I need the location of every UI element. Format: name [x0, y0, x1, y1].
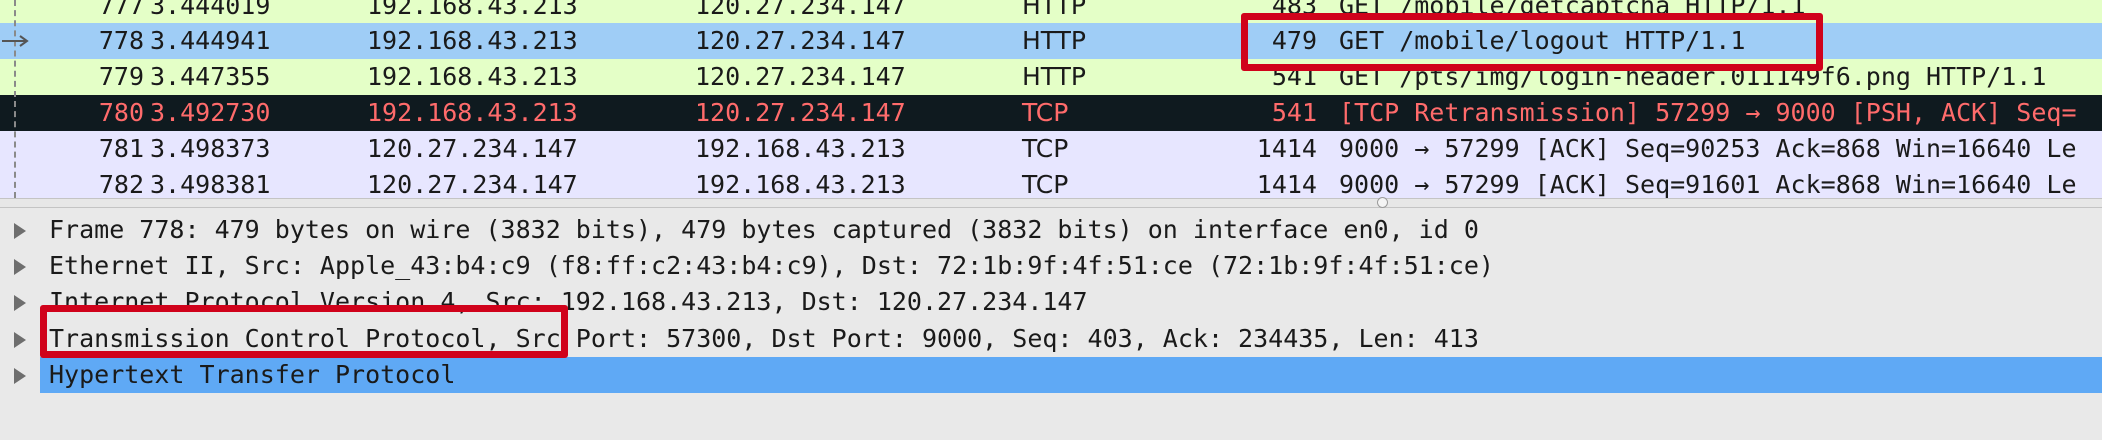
packet-time: 3.444019 — [150, 0, 271, 20]
packet-row[interactable]: 780 3.492730 192.168.43.213 120.27.234.1… — [0, 95, 2102, 131]
detail-row-tcp[interactable]: Transmission Control Protocol, Src Port:… — [0, 321, 2102, 357]
packet-info: 9000 → 57299 [ACK] Seq=91601 Ack=868 Win… — [1339, 170, 2077, 198]
packet-details[interactable]: Frame 778: 479 bytes on wire (3832 bits)… — [0, 208, 2102, 440]
triangle-right-icon[interactable] — [14, 259, 26, 275]
packet-time: 3.492730 — [150, 98, 271, 127]
packet-protocol: HTTP — [1022, 26, 1086, 55]
packet-source: 120.27.234.147 — [367, 134, 578, 163]
arrow-right-icon — [2, 35, 29, 47]
packet-length: 541 — [1271, 98, 1317, 127]
triangle-right-icon[interactable] — [14, 368, 26, 384]
packet-time: 3.498373 — [150, 134, 271, 163]
packet-length: 1414 — [1256, 170, 1317, 198]
detail-text: Hypertext Transfer Protocol — [49, 360, 456, 389]
packet-info: GET /pts/img/login-header.011149f6.png H… — [1339, 62, 2047, 91]
packet-info: 9000 → 57299 [ACK] Seq=90253 Ack=868 Win… — [1339, 134, 2077, 163]
packet-row[interactable]: 782 3.498381 120.27.234.147 192.168.43.2… — [0, 167, 2102, 198]
packet-protocol: TCP — [1022, 134, 1069, 163]
packet-list[interactable]: 777 3.444019 192.168.43.213 120.27.234.1… — [0, 0, 2102, 198]
packet-length: 1414 — [1256, 134, 1317, 163]
packet-source: 192.168.43.213 — [367, 62, 578, 91]
packet-no: 780 — [98, 98, 144, 127]
packet-protocol: HTTP — [1022, 62, 1086, 91]
detail-row-ethernet[interactable]: Ethernet II, Src: Apple_43:b4:c9 (f8:ff:… — [0, 248, 2102, 284]
packet-destination: 120.27.234.147 — [695, 98, 906, 127]
packet-length: 479 — [1271, 26, 1317, 55]
packet-source: 192.168.43.213 — [367, 26, 578, 55]
detail-text: Internet Protocol Version 4, Src: 192.16… — [49, 287, 1088, 316]
pane-divider[interactable] — [0, 198, 2102, 208]
packet-protocol: TCP — [1022, 170, 1069, 198]
packet-protocol: TCP — [1022, 98, 1069, 127]
packet-source: 192.168.43.213 — [367, 0, 578, 20]
detail-text: Transmission Control Protocol, Src Port:… — [49, 324, 1479, 353]
packet-info: GET /mobile/logout HTTP/1.1 — [1339, 26, 1746, 55]
detail-text: Ethernet II, Src: Apple_43:b4:c9 (f8:ff:… — [49, 251, 1494, 280]
splitter-handle[interactable] — [1377, 197, 1388, 208]
packet-no: 782 — [98, 170, 144, 198]
triangle-right-icon[interactable] — [14, 295, 26, 311]
packet-protocol: HTTP — [1022, 0, 1086, 20]
related-packets-line — [14, 0, 16, 198]
packet-time: 3.444941 — [150, 26, 271, 55]
packet-no: 781 — [98, 134, 144, 163]
detail-row-ip[interactable]: Internet Protocol Version 4, Src: 192.16… — [0, 284, 2102, 320]
packet-time: 3.447355 — [150, 62, 271, 91]
packet-destination: 192.168.43.213 — [695, 134, 906, 163]
packet-length: 541 — [1271, 62, 1317, 91]
packet-info: GET /mobile/getcaptcha HTTP/1.1 — [1339, 0, 1806, 20]
packet-destination: 120.27.234.147 — [695, 26, 906, 55]
detail-row-frame[interactable]: Frame 778: 479 bytes on wire (3832 bits)… — [0, 212, 2102, 248]
packet-row[interactable]: 777 3.444019 192.168.43.213 120.27.234.1… — [0, 0, 2102, 24]
detail-text: Frame 778: 479 bytes on wire (3832 bits)… — [49, 215, 1479, 244]
packet-info: [TCP Retransmission] 57299 → 9000 [PSH, … — [1339, 98, 2077, 127]
packet-row-selected[interactable]: 778 3.444941 192.168.43.213 120.27.234.1… — [0, 23, 2102, 59]
triangle-right-icon[interactable] — [14, 223, 26, 239]
packet-source: 192.168.43.213 — [367, 98, 578, 127]
packet-source: 120.27.234.147 — [367, 170, 578, 198]
detail-row-http[interactable]: Hypertext Transfer Protocol — [0, 357, 2102, 393]
packet-destination: 120.27.234.147 — [695, 62, 906, 91]
packet-no: 777 — [98, 0, 144, 20]
packet-length: 483 — [1271, 0, 1317, 20]
packet-time: 3.498381 — [150, 170, 271, 198]
packet-no: 778 — [98, 26, 144, 55]
packet-no: 779 — [98, 62, 144, 91]
packet-destination: 192.168.43.213 — [695, 170, 906, 198]
triangle-right-icon[interactable] — [14, 332, 26, 348]
packet-row[interactable]: 781 3.498373 120.27.234.147 192.168.43.2… — [0, 131, 2102, 167]
packet-row[interactable]: 779 3.447355 192.168.43.213 120.27.234.1… — [0, 59, 2102, 95]
packet-destination: 120.27.234.147 — [695, 0, 906, 20]
